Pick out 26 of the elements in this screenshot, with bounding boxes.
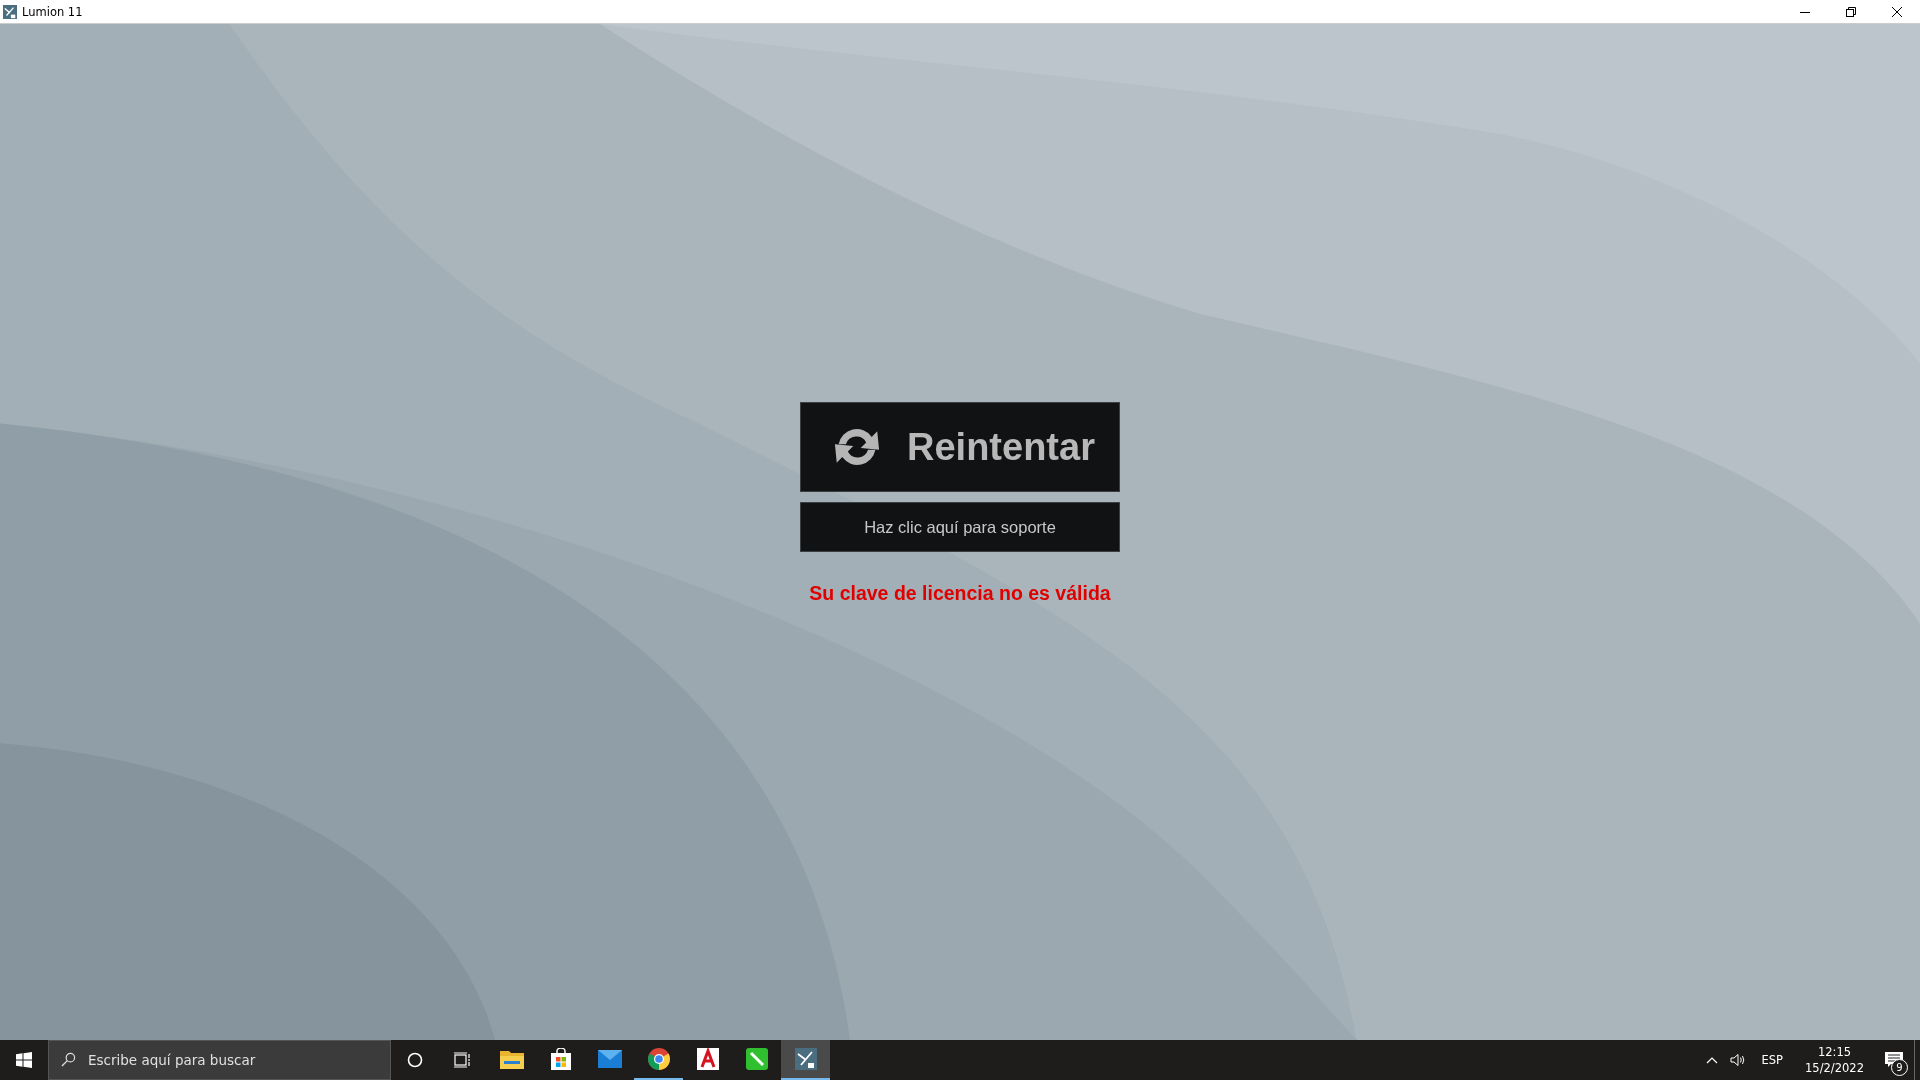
chevron-up-icon[interactable]: [1705, 1056, 1718, 1064]
close-icon: [1892, 6, 1902, 17]
support-button[interactable]: Haz clic aquí para soporte: [800, 502, 1120, 552]
clock[interactable]: 12:15 15/2/2022: [1805, 1044, 1864, 1076]
taskbar-app-button[interactable]: [781, 1040, 830, 1080]
task-view-icon: [454, 1052, 472, 1068]
retry-button[interactable]: Reintentar: [800, 402, 1120, 492]
search-field[interactable]: Escribe aquí para buscar: [48, 1040, 391, 1080]
circle-icon: [407, 1052, 423, 1068]
pencil-icon: [745, 1048, 768, 1070]
app-icon: [794, 1048, 817, 1070]
notification-button[interactable]: 9: [1874, 1040, 1914, 1080]
envelope-icon: [597, 1050, 622, 1068]
app-icon: [3, 4, 17, 19]
window-title: Lumion 11: [22, 4, 83, 19]
windows-logo-icon: [16, 1052, 32, 1068]
notification-count-badge: 9: [1891, 1059, 1908, 1076]
folder-icon: [499, 1049, 524, 1069]
language-indicator[interactable]: ESP: [1761, 1053, 1784, 1067]
speaker-icon[interactable]: [1729, 1053, 1746, 1067]
restore-icon: [1846, 6, 1856, 17]
shopping-bag-icon: [549, 1048, 572, 1070]
letter-a-icon: [696, 1048, 719, 1070]
browser-icon: [647, 1048, 670, 1070]
error-message: Su clave de licencia no es válida: [809, 582, 1111, 605]
search-icon: [61, 1052, 76, 1067]
